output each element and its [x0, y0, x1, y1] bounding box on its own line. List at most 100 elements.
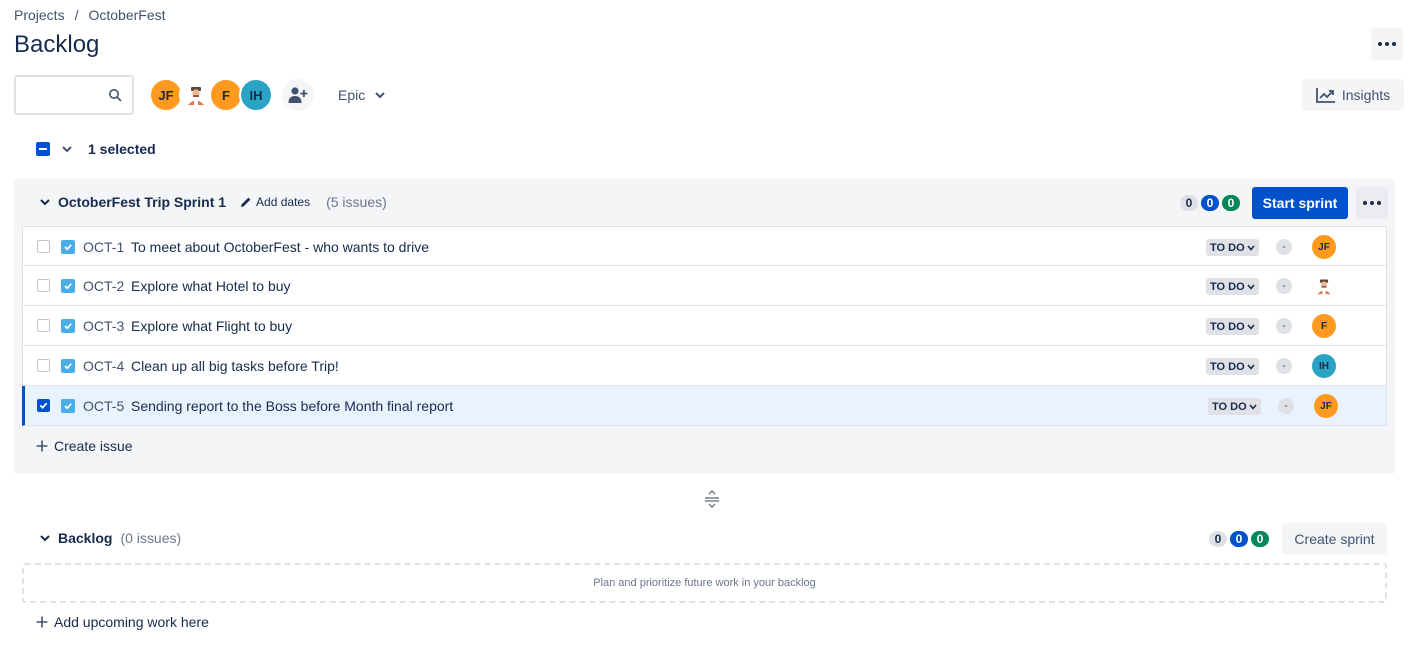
sprint-issue-list: OCT-1 To meet about OctoberFest - who wa…: [22, 226, 1387, 426]
chevron-down-icon[interactable]: [40, 198, 50, 206]
status-label: TO DO: [1210, 241, 1245, 254]
story-points[interactable]: -: [1278, 398, 1294, 414]
issue-key[interactable]: OCT-2: [83, 278, 124, 294]
insights-label: Insights: [1341, 87, 1391, 103]
status-dropdown[interactable]: TO DO: [1206, 358, 1259, 375]
chevron-down-icon: [1247, 323, 1255, 330]
chevron-down-icon: [1249, 403, 1257, 410]
selected-count: 1 selected: [88, 141, 156, 157]
issue-key[interactable]: OCT-5: [83, 398, 124, 414]
issue-summary[interactable]: Explore what Flight to buy: [131, 318, 292, 334]
story-type-icon: [61, 359, 75, 373]
chevron-down-icon: [1247, 363, 1255, 370]
user-avatar-icon: [1317, 279, 1331, 295]
chevron-down-icon[interactable]: [40, 534, 50, 542]
row-checkbox[interactable]: [37, 240, 50, 253]
epic-filter-label: Epic: [338, 87, 366, 103]
avatar-filter-ih[interactable]: IH: [239, 78, 273, 112]
add-dates-button[interactable]: Add dates: [240, 195, 310, 209]
table-row[interactable]: OCT-1 To meet about OctoberFest - who wa…: [22, 226, 1387, 266]
issue-key[interactable]: OCT-4: [83, 358, 124, 374]
sprint-name: OctoberFest Trip Sprint 1: [58, 194, 227, 210]
story-points[interactable]: -: [1276, 239, 1292, 255]
assignee-avatar[interactable]: JF: [1314, 394, 1338, 418]
add-user-icon: [288, 87, 308, 103]
story-type-icon: [61, 399, 75, 413]
assignee-avatar[interactable]: F: [1312, 314, 1336, 338]
resize-handle[interactable]: [704, 490, 720, 513]
issue-summary[interactable]: Clean up all big tasks before Trip!: [131, 358, 339, 374]
status-dropdown[interactable]: TO DO: [1208, 398, 1261, 415]
story-points[interactable]: -: [1276, 318, 1292, 334]
backlog-issue-count: (0 issues): [120, 530, 182, 546]
selection-bar: 1 selected: [36, 141, 156, 157]
row-checkbox[interactable]: [37, 279, 50, 292]
status-label: TO DO: [1212, 400, 1247, 413]
page-title: Backlog: [14, 31, 100, 58]
chevron-down-icon: [1247, 283, 1255, 290]
add-dates-label: Add dates: [256, 195, 311, 209]
sprint-more-button[interactable]: [1356, 187, 1388, 219]
backlog-empty-text: Plan and prioritize future work in your …: [593, 577, 816, 589]
more-icon: [1363, 201, 1381, 205]
count-done: 0: [1251, 531, 1269, 547]
table-row[interactable]: OCT-2 Explore what Hotel to buy TO DO -: [22, 266, 1387, 306]
row-checkbox[interactable]: [37, 319, 50, 332]
search-box: [14, 75, 134, 115]
row-checkbox[interactable]: [37, 359, 50, 372]
table-row-selected[interactable]: OCT-5 Sending report to the Boss before …: [22, 386, 1387, 426]
breadcrumb-project[interactable]: OctoberFest: [88, 7, 165, 23]
count-todo: 0: [1180, 195, 1198, 211]
story-type-icon: [61, 240, 75, 254]
search-icon: [108, 88, 122, 107]
table-row[interactable]: OCT-3 Explore what Flight to buy TO DO -…: [22, 306, 1387, 346]
insights-button[interactable]: Insights: [1302, 79, 1404, 111]
backlog-empty-state: Plan and prioritize future work in your …: [22, 563, 1387, 603]
issue-key[interactable]: OCT-1: [83, 239, 124, 255]
assignee-avatar[interactable]: IH: [1312, 354, 1336, 378]
status-label: TO DO: [1210, 320, 1245, 333]
story-points[interactable]: -: [1276, 278, 1292, 294]
backlog-name: Backlog: [58, 530, 113, 546]
avatar-filter-f[interactable]: F: [209, 78, 243, 112]
search-input[interactable]: [16, 77, 106, 113]
create-sprint-button[interactable]: Create sprint: [1282, 523, 1387, 555]
add-upcoming-work-button[interactable]: Add upcoming work here: [36, 614, 209, 630]
more-icon: [1378, 42, 1396, 46]
plus-icon: [36, 616, 48, 628]
status-dropdown[interactable]: TO DO: [1206, 318, 1259, 335]
status-dropdown[interactable]: TO DO: [1206, 278, 1259, 295]
more-actions-button[interactable]: [1371, 28, 1403, 60]
breadcrumb: Projects / OctoberFest: [14, 7, 166, 23]
add-people-button[interactable]: [282, 79, 314, 111]
avatar-filter-jf[interactable]: JF: [149, 78, 183, 112]
epic-filter-dropdown[interactable]: Epic: [328, 80, 395, 110]
plus-icon: [36, 440, 48, 452]
issue-summary[interactable]: To meet about OctoberFest - who wants to…: [131, 239, 429, 255]
drag-handle-icon: [705, 490, 719, 508]
row-checkbox-checked[interactable]: [37, 399, 50, 412]
issue-key[interactable]: OCT-3: [83, 318, 124, 334]
count-todo: 0: [1209, 531, 1227, 547]
avatar-filter-user-photo[interactable]: [179, 78, 213, 112]
chevron-down-icon: [1247, 244, 1255, 251]
issue-summary[interactable]: Explore what Hotel to buy: [131, 278, 291, 294]
breadcrumb-projects[interactable]: Projects: [14, 7, 65, 23]
count-in-progress: 0: [1201, 195, 1219, 211]
status-label: TO DO: [1210, 280, 1245, 293]
sprint-issue-count: (5 issues): [326, 194, 387, 210]
bulk-select-checkbox[interactable]: [36, 142, 50, 156]
story-points[interactable]: -: [1276, 358, 1292, 374]
count-in-progress: 0: [1230, 531, 1248, 547]
breadcrumb-separator: /: [74, 7, 79, 23]
status-label: TO DO: [1210, 360, 1245, 373]
story-type-icon: [61, 319, 75, 333]
chevron-down-icon[interactable]: [62, 145, 72, 153]
create-issue-button[interactable]: Create issue: [36, 438, 133, 454]
assignee-avatar[interactable]: [1312, 274, 1336, 298]
assignee-avatar[interactable]: JF: [1312, 235, 1336, 259]
table-row[interactable]: OCT-4 Clean up all big tasks before Trip…: [22, 346, 1387, 386]
start-sprint-button[interactable]: Start sprint: [1252, 187, 1348, 219]
status-dropdown[interactable]: TO DO: [1206, 239, 1259, 256]
issue-summary[interactable]: Sending report to the Boss before Month …: [131, 398, 453, 414]
